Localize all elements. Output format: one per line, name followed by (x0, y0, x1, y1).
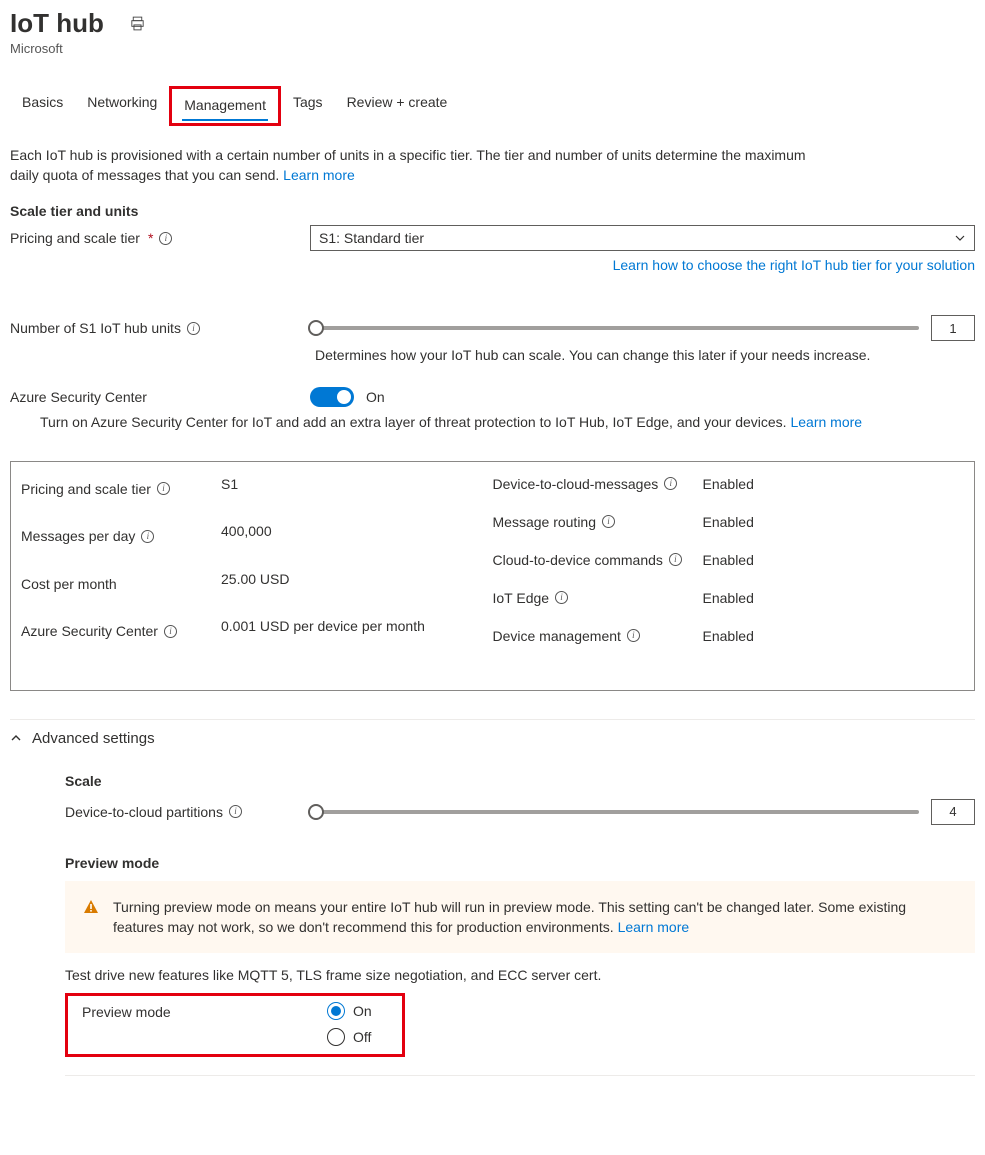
preview-warning-callout: Turning preview mode on means your entir… (65, 881, 975, 954)
partitions-slider[interactable] (310, 810, 919, 814)
summary-label: Cloud-to-device commandsi (493, 552, 703, 568)
summary-label: Pricing and scale tieri (21, 476, 221, 502)
info-icon[interactable]: i (664, 477, 677, 490)
summary-value: Enabled (703, 476, 965, 492)
summary-label: Device managementi (493, 628, 703, 644)
partitions-label: Device-to-cloud partitions i (65, 804, 310, 820)
summary-value: S1 (221, 476, 493, 502)
preview-warning-text: Turning preview mode on means your entir… (113, 899, 906, 935)
chevron-up-icon (10, 732, 22, 744)
summary-value: Enabled (703, 552, 965, 568)
summary-value: 0.001 USD per device per month (221, 618, 493, 644)
summary-value: Enabled (703, 628, 965, 644)
summary-label: IoT Edgei (493, 590, 703, 606)
scale-heading: Scale tier and units (10, 203, 975, 219)
summary-label: Message routingi (493, 514, 703, 530)
preview-learn-link[interactable]: Learn more (618, 919, 690, 935)
info-icon[interactable]: i (164, 625, 177, 638)
page-title: IoT hub (10, 8, 104, 39)
radio-icon (327, 1028, 345, 1046)
info-icon[interactable]: i (229, 805, 242, 818)
advanced-heading: Advanced settings (32, 730, 155, 747)
page-subtitle: Microsoft (10, 41, 975, 56)
preview-radio-label: Preview mode (82, 1002, 327, 1046)
pricing-tier-select[interactable]: S1: Standard tier (310, 225, 975, 251)
security-toggle-state: On (366, 389, 385, 405)
preview-radio-off[interactable]: Off (327, 1028, 372, 1046)
info-icon[interactable]: i (187, 322, 200, 335)
security-learn-link[interactable]: Learn more (790, 414, 862, 430)
print-icon[interactable] (129, 15, 146, 32)
summary-label: Cost per month (21, 571, 221, 597)
info-icon[interactable]: i (555, 591, 568, 604)
advanced-toggle[interactable]: Advanced settings (10, 719, 975, 757)
radio-icon (327, 1002, 345, 1020)
tab-tags[interactable]: Tags (281, 86, 335, 126)
chevron-down-icon (954, 232, 966, 244)
intro-body: Each IoT hub is provisioned with a certa… (10, 147, 806, 183)
slider-thumb[interactable] (308, 804, 324, 820)
security-label: Azure Security Center (10, 389, 310, 405)
highlight-box-preview-mode: Preview mode On Off (65, 993, 405, 1057)
preview-radio-on[interactable]: On (327, 1002, 372, 1020)
tab-review[interactable]: Review + create (335, 86, 460, 126)
units-slider[interactable] (310, 326, 919, 330)
page-header: IoT hub Microsoft (10, 8, 975, 56)
summary-value: 25.00 USD (221, 571, 493, 597)
warning-icon (83, 899, 99, 915)
info-icon[interactable]: i (141, 530, 154, 543)
security-toggle[interactable] (310, 387, 354, 407)
choose-tier-link[interactable]: Learn how to choose the right IoT hub ti… (613, 257, 975, 273)
intro-learn-link[interactable]: Learn more (283, 167, 355, 183)
security-desc: Turn on Azure Security Center for IoT an… (40, 413, 975, 433)
summary-label: Azure Security Centeri (21, 618, 221, 644)
highlight-box-management-tab: Management (169, 86, 281, 126)
slider-thumb[interactable] (308, 320, 324, 336)
tab-management[interactable]: Management (172, 89, 278, 123)
divider (65, 1075, 975, 1076)
summary-value: Enabled (703, 514, 965, 530)
units-label: Number of S1 IoT hub units i (10, 320, 310, 336)
summary-label: Messages per dayi (21, 523, 221, 549)
pricing-label: Pricing and scale tier* i (10, 230, 310, 246)
summary-box: Pricing and scale tieriS1Messages per da… (10, 461, 975, 691)
tab-networking[interactable]: Networking (75, 86, 169, 126)
info-icon[interactable]: i (602, 515, 615, 528)
summary-value: 400,000 (221, 523, 493, 549)
info-icon[interactable]: i (669, 553, 682, 566)
units-caption: Determines how your IoT hub can scale. Y… (315, 347, 975, 363)
partitions-value-box[interactable]: 4 (931, 799, 975, 825)
units-value-box[interactable]: 1 (931, 315, 975, 341)
preview-test-text: Test drive new features like MQTT 5, TLS… (65, 967, 975, 983)
tab-basics[interactable]: Basics (10, 86, 75, 126)
summary-value: Enabled (703, 590, 965, 606)
info-icon[interactable]: i (159, 232, 172, 245)
adv-scale-heading: Scale (65, 773, 975, 789)
pricing-tier-value: S1: Standard tier (319, 230, 424, 246)
intro-text: Each IoT hub is provisioned with a certa… (10, 146, 810, 185)
preview-heading: Preview mode (65, 855, 975, 871)
tabs: Basics Networking Management Tags Review… (10, 86, 975, 126)
info-icon[interactable]: i (627, 629, 640, 642)
info-icon[interactable]: i (157, 482, 170, 495)
summary-label: Device-to-cloud-messagesi (493, 476, 703, 492)
